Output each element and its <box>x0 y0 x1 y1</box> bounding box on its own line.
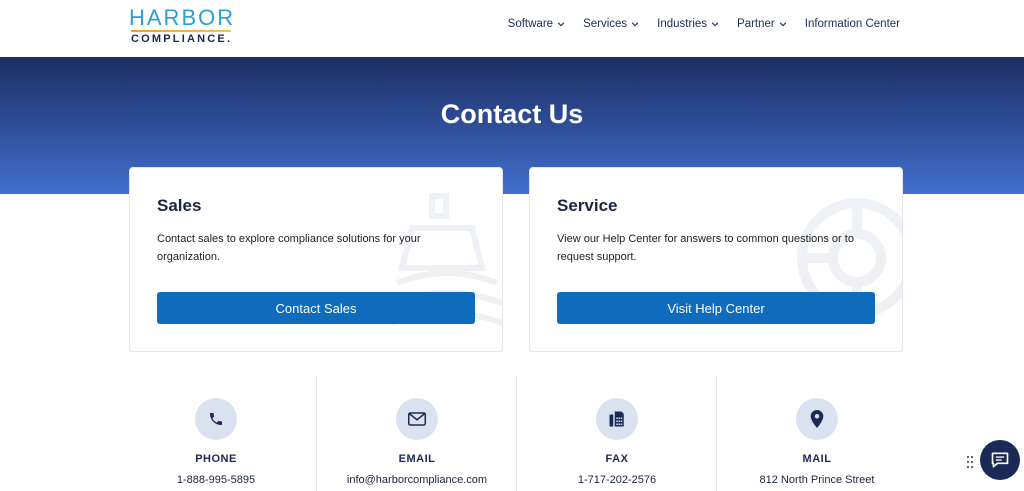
nav-partner[interactable]: Partner <box>737 18 787 30</box>
chevron-down-icon <box>779 22 786 27</box>
sales-title: Sales <box>157 196 202 215</box>
logo-accent-bar <box>131 30 231 32</box>
fax-number: 1-717-202-2576 <box>577 474 657 486</box>
nav-software[interactable]: Software <box>508 18 565 30</box>
mail-label: MAIL <box>802 453 832 465</box>
envelope-icon <box>396 398 438 440</box>
harbor-compliance-logo[interactable]: HARBOR COMPLIANCE. <box>129 5 239 46</box>
email-address[interactable]: info@harborcompliance.com <box>317 474 517 486</box>
nav-software-label: Software <box>507 18 554 30</box>
email-column: EMAIL info@harborcompliance.com <box>316 377 516 491</box>
chevron-down-icon <box>711 22 719 27</box>
sales-card: Sales Contact sales to explore complianc… <box>129 167 503 352</box>
email-label: EMAIL <box>398 453 436 465</box>
main-nav: Software Services Industries Partner Inf… <box>508 18 900 30</box>
chevron-down-icon <box>631 22 639 27</box>
chevron-down-icon <box>557 22 565 27</box>
contact-sales-button[interactable]: Contact Sales <box>157 292 475 324</box>
logo-wordmark-top: HARBOR <box>129 5 236 30</box>
fax-label: FAX <box>605 453 629 465</box>
nav-partner-label: Partner <box>737 18 775 30</box>
mail-address: 812 North Prince Street <box>759 474 875 486</box>
nav-services[interactable]: Services <box>583 18 639 30</box>
nav-services-label: Services <box>583 18 628 30</box>
map-pin-icon <box>796 398 838 440</box>
phone-label: PHONE <box>195 453 237 465</box>
chat-bubble-icon <box>991 452 1009 468</box>
page-title: Contact Us <box>440 99 584 129</box>
site-header: HARBOR COMPLIANCE. Software Services Ind… <box>0 0 1024 57</box>
nav-industries[interactable]: Industries <box>657 18 719 30</box>
mail-column: MAIL 812 North Prince Street <box>716 377 916 491</box>
sales-description: Contact sales to explore compliance solu… <box>157 233 421 263</box>
nav-industries-label: Industries <box>657 18 708 30</box>
service-title: Service <box>557 196 618 215</box>
fax-icon <box>596 398 638 440</box>
contact-info-row: PHONE 1-888-995-5895 EMAIL info@harborco… <box>116 377 916 491</box>
phone-number[interactable]: 1-888-995-5895 <box>116 474 316 486</box>
nav-information-center[interactable]: Information Center <box>805 18 900 30</box>
chat-launcher-button[interactable] <box>980 440 1020 480</box>
phone-column: PHONE 1-888-995-5895 <box>116 377 316 491</box>
service-card: Service View our Help Center for answers… <box>529 167 903 352</box>
logo-wordmark-bottom: COMPLIANCE. <box>131 33 233 45</box>
fax-column: FAX 1-717-202-2576 <box>516 377 716 491</box>
phone-icon <box>195 398 237 440</box>
visit-help-center-button[interactable]: Visit Help Center <box>557 292 875 324</box>
drag-handle-icon[interactable] <box>966 455 974 469</box>
service-description: View our Help Center for answers to comm… <box>557 233 854 263</box>
nav-information-center-label: Information Center <box>804 18 900 30</box>
